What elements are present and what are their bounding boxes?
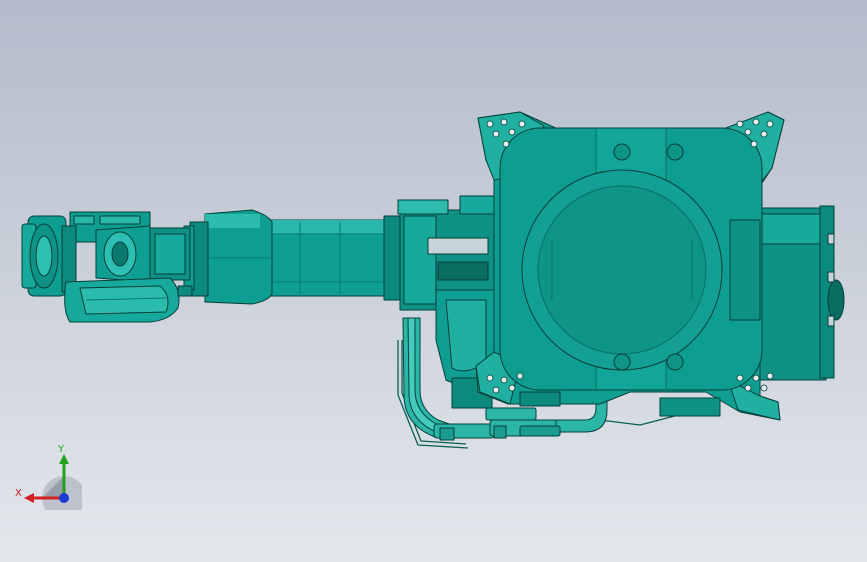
wrist-assembly <box>21 211 193 323</box>
orientation-triad: Y X <box>15 444 82 510</box>
robot-arm-model[interactable] <box>0 0 867 562</box>
shoulder-base <box>475 111 845 421</box>
y-axis-label: Y <box>57 444 65 455</box>
upper-arm <box>269 215 405 301</box>
wrist-housing <box>183 209 273 305</box>
x-axis-label: X <box>15 488 22 499</box>
z-axis-icon <box>59 493 69 503</box>
cad-viewport[interactable]: Y X <box>0 0 867 562</box>
